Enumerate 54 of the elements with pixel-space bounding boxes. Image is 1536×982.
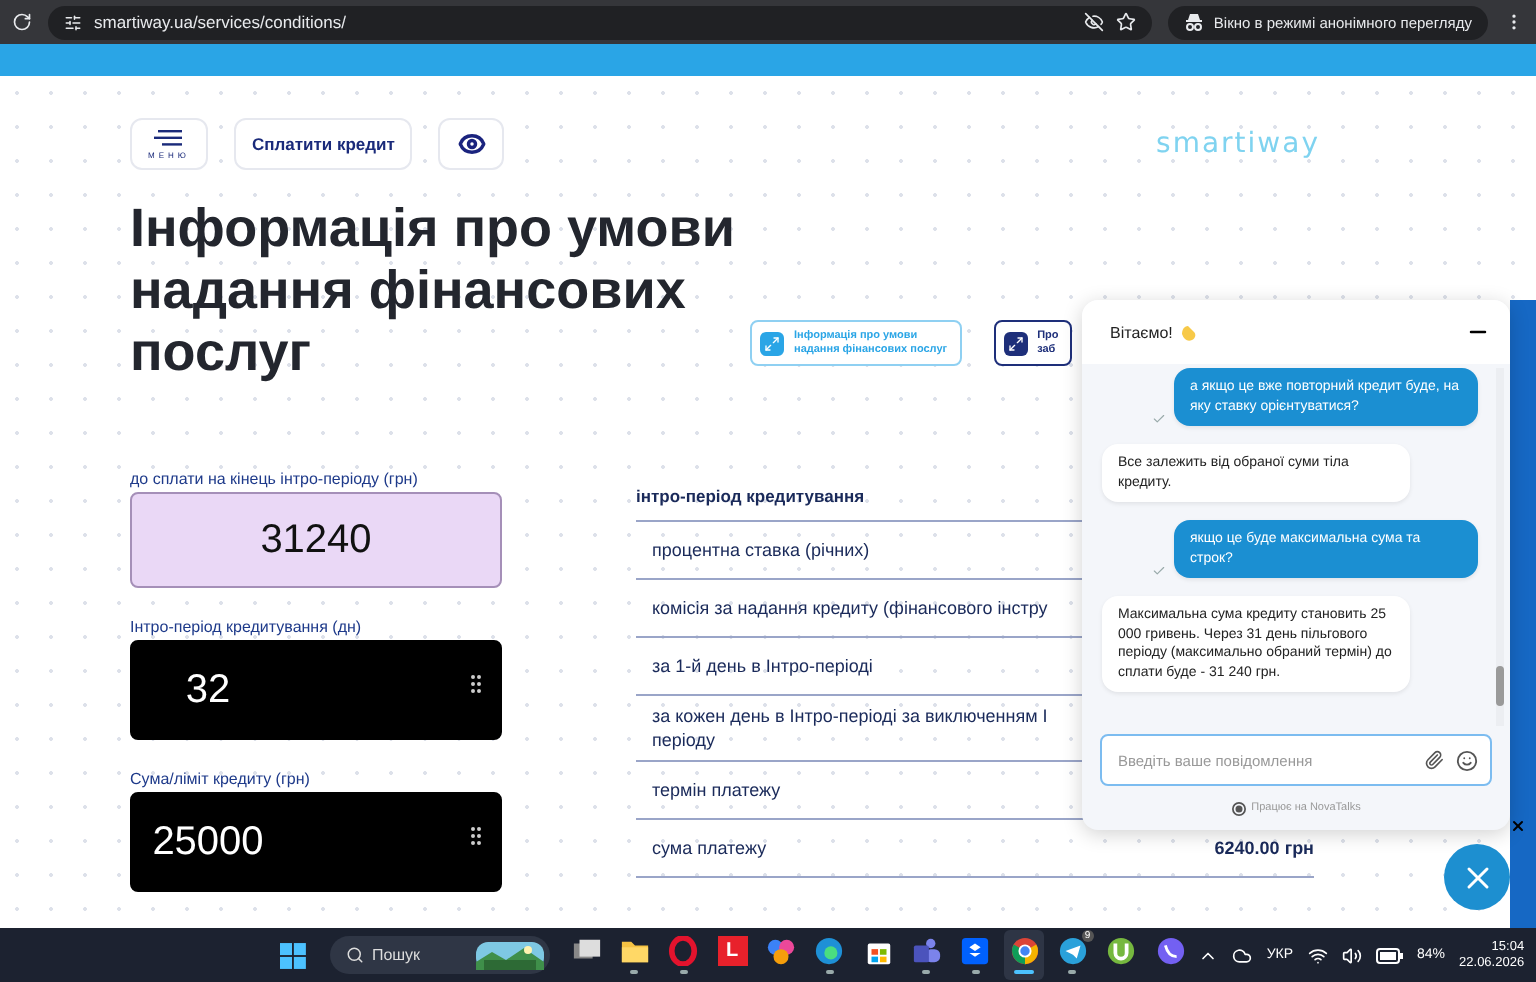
number-field[interactable]: 25000	[130, 792, 502, 892]
visibility-button[interactable]	[438, 118, 505, 170]
reload-icon[interactable]	[12, 12, 32, 32]
sent-check-icon	[1152, 412, 1166, 426]
app-letter-icon: L	[717, 936, 748, 966]
flower-icon	[765, 936, 796, 966]
incognito-icon	[1183, 12, 1204, 32]
battery-icon[interactable]	[1375, 947, 1404, 963]
chrome-icon	[1009, 936, 1040, 966]
box-icon	[960, 936, 991, 966]
taskbar-search-field[interactable]: Пошук	[329, 936, 550, 974]
result-field: 31240	[130, 492, 502, 588]
volume-icon[interactable]	[1341, 945, 1362, 965]
expand-icon	[760, 331, 784, 355]
taskbar-app-button[interactable]: L	[711, 930, 753, 980]
number-field[interactable]: 32	[130, 640, 502, 740]
torrent-icon	[1106, 936, 1137, 966]
table-cell-text: сума платежу	[652, 836, 769, 860]
close-icon[interactable]	[1510, 818, 1526, 834]
eye-off-icon[interactable]	[1083, 12, 1104, 32]
pay-credit-button[interactable]: Сплатити кредит	[233, 118, 413, 170]
eye-icon	[457, 130, 486, 158]
ring-icon	[668, 936, 699, 966]
emoji-icon[interactable]	[1456, 749, 1478, 771]
phone-bubble-icon	[1155, 936, 1186, 966]
page-title: Інформація про умови надання фінансових послуг	[130, 198, 737, 384]
field-label: до сплати на кінець інтро-періоду (грн)	[130, 470, 420, 488]
paper-plane-icon	[1057, 936, 1088, 966]
sent-check-icon	[1152, 564, 1166, 578]
paperclip-icon[interactable]	[1424, 750, 1444, 770]
table-cell-text: процентна ставка (річних)	[652, 538, 872, 562]
target-icon	[1231, 801, 1246, 815]
swirl-icon	[814, 936, 845, 966]
chat-title: Вітаємо!	[1110, 323, 1173, 341]
wifi-icon[interactable]	[1307, 945, 1328, 965]
table-cell: 6240.00 грн	[1214, 838, 1314, 858]
bookmark-star-icon[interactable]	[1115, 12, 1136, 32]
table-cell-text: за кожен день в Інтро-періоді за виключенням І періоду	[652, 704, 1050, 752]
table-cell-text: комісія за надання кредиту (фінансового інстру	[652, 596, 1050, 620]
table-cell-text: за 1-й день в Інтро-періоді	[652, 654, 875, 678]
taskbar-app-button[interactable]	[1003, 930, 1045, 980]
search-icon	[345, 946, 364, 964]
address-bar[interactable]: smartiway.ua/services/conditions/	[48, 5, 1152, 39]
field-label: Інтро-період кредитування (дн)	[130, 618, 364, 636]
expand-icon	[1003, 331, 1028, 355]
people-icon	[911, 936, 942, 966]
menu-lines-icon	[154, 129, 183, 145]
table-cell-text: термін платежу	[652, 778, 783, 802]
field-label: Сума/ліміт кредиту (грн)	[130, 770, 312, 788]
site-settings-icon[interactable]	[64, 13, 82, 31]
windows-start-icon[interactable]	[280, 941, 306, 969]
url-text: smartiway.ua/services/conditions/	[94, 12, 348, 32]
cloud-icon[interactable]	[1232, 945, 1253, 965]
folder-icon	[619, 936, 650, 966]
